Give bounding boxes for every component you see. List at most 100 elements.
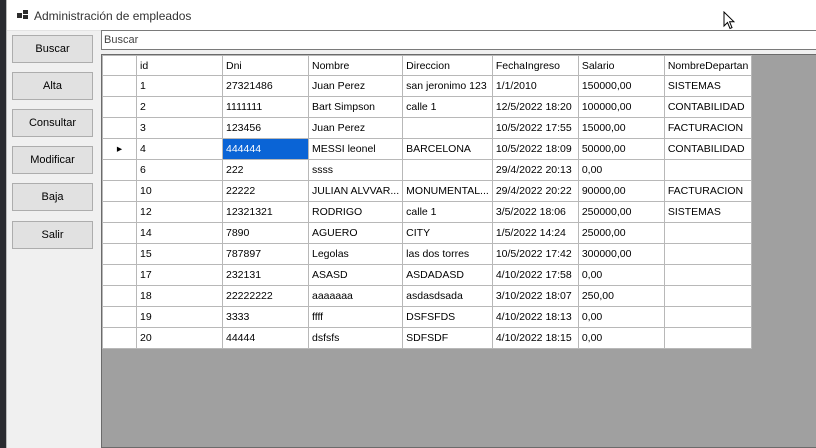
grid-cell-fechaingreso[interactable]: 3/10/2022 18:07 xyxy=(491,285,579,307)
grid-cell-salario[interactable]: 0,00 xyxy=(577,159,665,181)
table-row[interactable]: 12 12321321 RODRIGO calle 1 3/5/2022 18:06 25… xyxy=(102,201,753,223)
grid-cell-salario[interactable]: 250000,00 xyxy=(577,201,665,223)
grid-cell-dni[interactable]: 22222222 xyxy=(222,285,309,307)
row-header[interactable] xyxy=(102,75,137,97)
row-header[interactable] xyxy=(102,243,137,265)
row-header[interactable] xyxy=(102,159,137,181)
row-header[interactable] xyxy=(102,222,137,244)
grid-cell-dni[interactable]: 3333 xyxy=(222,306,309,328)
grid-cell-direccion[interactable]: CITY xyxy=(402,222,493,244)
table-row[interactable]: 17 232131 ASASD ASDADASD 4/10/2022 17:58 0,00 xyxy=(102,264,753,286)
grid-cell-id[interactable]: 20 xyxy=(136,327,223,349)
grid-cell-id[interactable]: 6 xyxy=(136,159,223,181)
search-input[interactable] xyxy=(101,30,816,50)
grid-cell-nombre[interactable]: ssss xyxy=(307,159,404,181)
grid-cell-direccion[interactable]: ASDADASD xyxy=(402,264,493,286)
grid-cell-salario[interactable]: 90000,00 xyxy=(577,180,665,202)
baja-button[interactable]: Baja xyxy=(12,183,93,211)
grid-cell-id[interactable]: 14 xyxy=(136,222,223,244)
table-row[interactable]: 6 222 ssss 29/4/2022 20:13 0,00 xyxy=(102,159,753,181)
buscar-button[interactable]: Buscar xyxy=(12,35,93,63)
grid-cell-nombredepartan[interactable]: SISTEMAS xyxy=(663,201,753,223)
column-header-fechaingreso[interactable]: FechaIngreso xyxy=(491,55,579,76)
row-header[interactable] xyxy=(102,96,137,118)
grid-cell-nombredepartan[interactable]: SISTEMAS xyxy=(663,75,753,97)
grid-cell-id[interactable]: 3 xyxy=(136,117,223,139)
grid-cell-salario[interactable]: 0,00 xyxy=(577,306,665,328)
grid-cell-nombredepartan[interactable]: CONTABILIDAD xyxy=(663,138,753,160)
grid-cell-direccion[interactable]: SDFSDF xyxy=(402,327,493,349)
grid-cell-direccion[interactable]: asdasdsada xyxy=(402,285,493,307)
row-header[interactable] xyxy=(102,201,137,223)
grid-cell-direccion[interactable]: calle 1 xyxy=(402,96,493,118)
grid-cell-nombredepartan[interactable]: FACTURACION xyxy=(663,180,753,202)
grid-cell-nombre[interactable]: AGUERO xyxy=(307,222,404,244)
grid-cell-dni[interactable]: 1111111 xyxy=(222,96,309,118)
column-header-id[interactable]: id xyxy=(136,55,223,76)
grid-cell-nombre[interactable]: Juan Perez xyxy=(307,117,404,139)
grid-cell-nombredepartan[interactable] xyxy=(663,327,753,349)
employees-grid[interactable]: id Dni Nombre Direccion FechaIngreso Salario N… xyxy=(101,54,816,448)
table-row[interactable]: 14 7890 AGUERO CITY 1/5/2022 14:24 25000,00 xyxy=(102,222,753,244)
grid-cell-id[interactable]: 10 xyxy=(136,180,223,202)
table-row[interactable]: 15 787897 Legolas las dos torres 10/5/2022 1… xyxy=(102,243,753,265)
grid-cell-dni[interactable]: 444444 xyxy=(222,138,309,160)
column-header-salario[interactable]: Salario xyxy=(577,55,665,76)
grid-cell-direccion[interactable]: DSFSFDS xyxy=(402,306,493,328)
grid-cell-nombre[interactable]: Juan Perez xyxy=(307,75,404,97)
column-header-direccion[interactable]: Direccion xyxy=(402,55,493,76)
modificar-button[interactable]: Modificar xyxy=(12,146,93,174)
grid-cell-id[interactable]: 15 xyxy=(136,243,223,265)
grid-cell-nombredepartan[interactable] xyxy=(663,306,753,328)
grid-cell-fechaingreso[interactable]: 10/5/2022 17:42 xyxy=(491,243,579,265)
grid-cell-nombredepartan[interactable]: CONTABILIDAD xyxy=(663,96,753,118)
grid-cell-dni[interactable]: 787897 xyxy=(222,243,309,265)
grid-cell-fechaingreso[interactable]: 12/5/2022 18:20 xyxy=(491,96,579,118)
grid-cell-fechaingreso[interactable]: 4/10/2022 17:58 xyxy=(491,264,579,286)
grid-cell-nombre[interactable]: RODRIGO xyxy=(307,201,404,223)
grid-cell-nombre[interactable]: aaaaaaa xyxy=(307,285,404,307)
grid-cell-direccion[interactable]: BARCELONA xyxy=(402,138,493,160)
grid-cell-salario[interactable]: 25000,00 xyxy=(577,222,665,244)
grid-cell-direccion[interactable]: las dos torres xyxy=(402,243,493,265)
column-header-dni[interactable]: Dni xyxy=(222,55,309,76)
grid-cell-fechaingreso[interactable]: 4/10/2022 18:13 xyxy=(491,306,579,328)
row-header[interactable] xyxy=(102,264,137,286)
grid-cell-fechaingreso[interactable]: 1/1/2010 xyxy=(491,75,579,97)
grid-cell-dni[interactable]: 27321486 xyxy=(222,75,309,97)
table-row[interactable]: 20 44444 dsfsfs SDFSDF 4/10/2022 18:15 0,00 xyxy=(102,327,753,349)
grid-cell-nombredepartan[interactable] xyxy=(663,222,753,244)
row-header[interactable] xyxy=(102,327,137,349)
table-row[interactable]: 19 3333 ffff DSFSFDS 4/10/2022 18:13 0,00 xyxy=(102,306,753,328)
grid-cell-id[interactable]: 17 xyxy=(136,264,223,286)
grid-cell-dni[interactable]: 12321321 xyxy=(222,201,309,223)
grid-cell-fechaingreso[interactable]: 3/5/2022 18:06 xyxy=(491,201,579,223)
grid-cell-salario[interactable]: 150000,00 xyxy=(577,75,665,97)
row-header[interactable] xyxy=(102,306,137,328)
grid-cell-fechaingreso[interactable]: 29/4/2022 20:13 xyxy=(491,159,579,181)
grid-cell-dni[interactable]: 22222 xyxy=(222,180,309,202)
table-row[interactable]: 1 27321486 Juan Perez san jeronimo 123 1/1/2… xyxy=(102,75,753,97)
grid-cell-nombre[interactable]: dsfsfs xyxy=(307,327,404,349)
row-header-corner[interactable] xyxy=(102,55,137,76)
consultar-button[interactable]: Consultar xyxy=(12,109,93,137)
salir-button[interactable]: Salir xyxy=(12,221,93,249)
grid-cell-nombredepartan[interactable] xyxy=(663,243,753,265)
grid-cell-id[interactable]: 18 xyxy=(136,285,223,307)
grid-cell-id[interactable]: 1 xyxy=(136,75,223,97)
grid-cell-salario[interactable]: 0,00 xyxy=(577,327,665,349)
grid-cell-salario[interactable]: 250,00 xyxy=(577,285,665,307)
grid-cell-direccion[interactable] xyxy=(402,159,493,181)
table-row[interactable]: 3 123456 Juan Perez 10/5/2022 17:55 15000,00… xyxy=(102,117,753,139)
table-row[interactable]: 10 22222 JULIAN ALVVAR... MONUMENTAL... 29/4… xyxy=(102,180,753,202)
column-header-nombre[interactable]: Nombre xyxy=(307,55,404,76)
grid-cell-id[interactable]: 4 xyxy=(136,138,223,160)
grid-cell-fechaingreso[interactable]: 4/10/2022 18:15 xyxy=(491,327,579,349)
grid-cell-nombredepartan[interactable] xyxy=(663,159,753,181)
grid-cell-direccion[interactable]: MONUMENTAL... xyxy=(402,180,493,202)
grid-cell-dni[interactable]: 232131 xyxy=(222,264,309,286)
grid-cell-nombre[interactable]: Legolas xyxy=(307,243,404,265)
table-row[interactable]: ▸ 4 444444 MESSI leonel BARCELONA 10/5/2022 1… xyxy=(102,138,753,160)
grid-cell-nombre[interactable]: ffff xyxy=(307,306,404,328)
row-header[interactable]: ▸ xyxy=(102,138,137,160)
